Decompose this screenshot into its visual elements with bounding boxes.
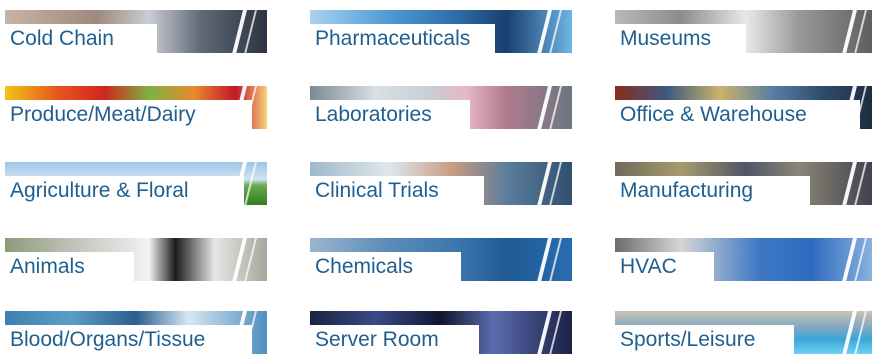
tile-label: Produce/Meat/Dairy [5,100,252,129]
tile-label: Blood/Organs/Tissue [5,325,252,354]
tile-manufacturing[interactable]: Manufacturing [615,162,872,205]
tile-label: Animals [5,252,134,281]
tile-animals[interactable]: Animals [5,238,267,281]
tile-clinical-trials[interactable]: Clinical Trials [310,162,572,205]
tile-chemicals[interactable]: Chemicals [310,238,572,281]
tile-pharmaceuticals[interactable]: Pharmaceuticals [310,10,572,53]
tile-cold-chain[interactable]: Cold Chain [5,10,267,53]
tile-museums[interactable]: Museums [615,10,872,53]
tile-agriculture-floral[interactable]: Agriculture & Floral [5,162,267,205]
tile-label: Chemicals [310,252,461,281]
tile-sports-leisure[interactable]: Sports/Leisure [615,311,872,354]
tile-produce-meat-dairy[interactable]: Produce/Meat/Dairy [5,86,267,129]
tile-label: Laboratories [310,100,470,129]
tile-label: Server Room [310,325,479,354]
tile-label: Agriculture & Floral [5,176,244,205]
tile-laboratories[interactable]: Laboratories [310,86,572,129]
tile-label: Cold Chain [5,24,157,53]
tile-label: Museums [615,24,746,53]
tile-hvac[interactable]: HVAC [615,238,872,281]
tile-label: Manufacturing [615,176,810,205]
tile-label: HVAC [615,252,714,281]
tile-blood-organs-tissue[interactable]: Blood/Organs/Tissue [5,311,267,354]
tile-label: Sports/Leisure [615,325,794,354]
tile-label: Office & Warehouse [615,100,860,129]
tile-office-warehouse[interactable]: Office & Warehouse [615,86,872,129]
industry-grid: Cold Chain Pharmaceuticals Museums Produ… [0,0,872,354]
tile-server-room[interactable]: Server Room [310,311,572,354]
tile-label: Clinical Trials [310,176,484,205]
tile-label: Pharmaceuticals [310,24,495,53]
